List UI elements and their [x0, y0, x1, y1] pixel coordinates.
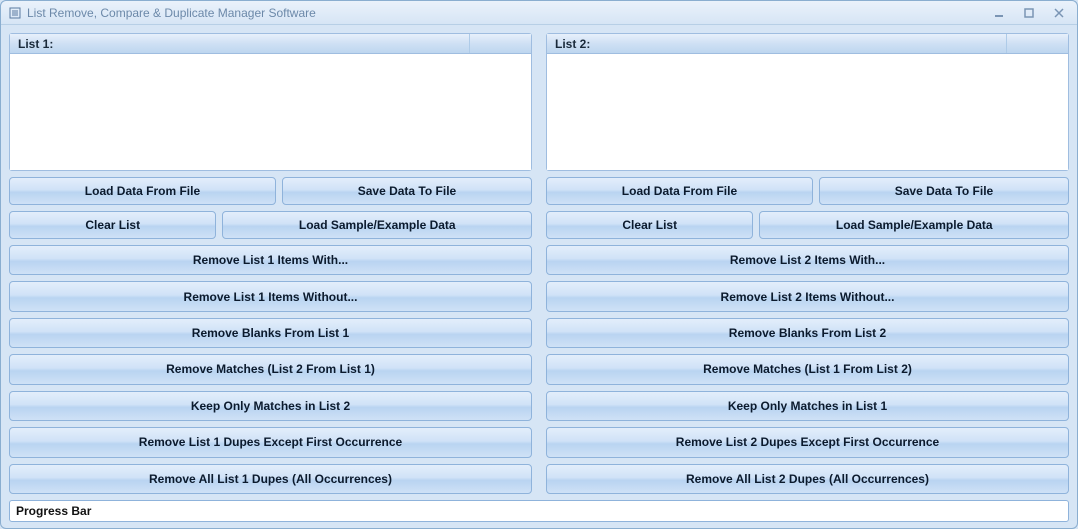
- keep-matches-button-2[interactable]: Keep Only Matches in List 1: [546, 391, 1069, 421]
- list1-header-label: List 1:: [10, 34, 470, 53]
- clear-list-button-2[interactable]: Clear List: [546, 211, 753, 239]
- left-column: Load Data From File Save Data To File Cl…: [9, 177, 532, 494]
- remove-blanks-button-2[interactable]: Remove Blanks From List 2: [546, 318, 1069, 348]
- maximize-button[interactable]: [1017, 5, 1041, 21]
- dupes-except-first-button-2[interactable]: Remove List 2 Dupes Except First Occurre…: [546, 427, 1069, 457]
- remove-with-button-2[interactable]: Remove List 2 Items With...: [546, 245, 1069, 275]
- remove-without-button-2[interactable]: Remove List 2 Items Without...: [546, 281, 1069, 311]
- content-area: List 1: List 2: Load Data From File Save…: [1, 25, 1077, 528]
- list1-panel: List 1:: [9, 33, 532, 171]
- dupes-except-first-button-1[interactable]: Remove List 1 Dupes Except First Occurre…: [9, 427, 532, 457]
- list2-body[interactable]: [547, 54, 1068, 170]
- save-data-button-1[interactable]: Save Data To File: [282, 177, 532, 205]
- remove-blanks-button-1[interactable]: Remove Blanks From List 1: [9, 318, 532, 348]
- keep-matches-button-1[interactable]: Keep Only Matches in List 2: [9, 391, 532, 421]
- load-sample-button-1[interactable]: Load Sample/Example Data: [222, 211, 532, 239]
- remove-with-button-1[interactable]: Remove List 1 Items With...: [9, 245, 532, 275]
- dupes-all-button-2[interactable]: Remove All List 2 Dupes (All Occurrences…: [546, 464, 1069, 494]
- lists-row: List 1: List 2:: [9, 33, 1069, 171]
- list2-panel: List 2:: [546, 33, 1069, 171]
- clear-list-button-1[interactable]: Clear List: [9, 211, 216, 239]
- progress-label: Progress Bar: [16, 504, 91, 518]
- dupes-all-button-1[interactable]: Remove All List 1 Dupes (All Occurrences…: [9, 464, 532, 494]
- close-button[interactable]: [1047, 5, 1071, 21]
- remove-without-button-1[interactable]: Remove List 1 Items Without...: [9, 281, 532, 311]
- list2-header-label: List 2:: [547, 34, 1007, 53]
- right-column: Load Data From File Save Data To File Cl…: [546, 177, 1069, 494]
- list1-header[interactable]: List 1:: [10, 34, 531, 54]
- progress-bar: Progress Bar: [9, 500, 1069, 522]
- window-controls: [987, 5, 1071, 21]
- app-window: List Remove, Compare & Duplicate Manager…: [0, 0, 1078, 529]
- load-data-button-2[interactable]: Load Data From File: [546, 177, 813, 205]
- save-data-button-2[interactable]: Save Data To File: [819, 177, 1069, 205]
- load-data-button-1[interactable]: Load Data From File: [9, 177, 276, 205]
- load-sample-button-2[interactable]: Load Sample/Example Data: [759, 211, 1069, 239]
- remove-matches-button-1[interactable]: Remove Matches (List 2 From List 1): [9, 354, 532, 384]
- titlebar: List Remove, Compare & Duplicate Manager…: [1, 1, 1077, 25]
- remove-matches-button-2[interactable]: Remove Matches (List 1 From List 2): [546, 354, 1069, 384]
- minimize-button[interactable]: [987, 5, 1011, 21]
- list1-body[interactable]: [10, 54, 531, 170]
- window-title: List Remove, Compare & Duplicate Manager…: [27, 6, 987, 20]
- app-icon: [7, 5, 23, 21]
- buttons-grid: Load Data From File Save Data To File Cl…: [9, 177, 1069, 494]
- list2-header[interactable]: List 2:: [547, 34, 1068, 54]
